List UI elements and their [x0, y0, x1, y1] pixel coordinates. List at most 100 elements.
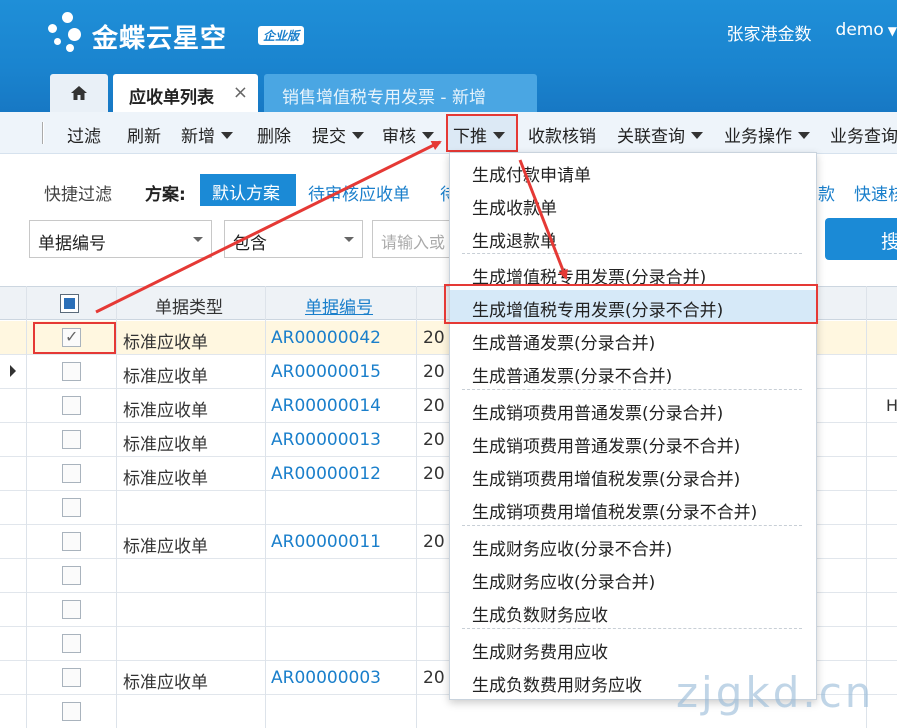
row-checkbox[interactable]: [62, 498, 81, 517]
cell-number-link[interactable]: AR00000014: [271, 396, 381, 416]
search-input[interactable]: 请输入或: [372, 220, 452, 258]
cell-type: 标准应收单: [123, 333, 208, 353]
cell-type: 标准应收单: [123, 435, 208, 455]
push-menu-item[interactable]: 生成财务费用应收: [450, 632, 816, 665]
row-checkbox[interactable]: [62, 634, 81, 653]
row-checkbox[interactable]: [62, 702, 81, 721]
chevron-down-icon: [193, 237, 203, 242]
filter-operator-select[interactable]: 包含: [224, 220, 363, 258]
submit-label: 提交: [312, 127, 346, 147]
push-menu-item[interactable]: 生成负数财务应收: [450, 595, 816, 628]
cell-date: 20: [423, 668, 445, 688]
related-label: 关联查询: [617, 127, 685, 147]
push-menu-item[interactable]: 生成销项费用增值税发票(分录不合并): [450, 492, 816, 525]
row-checkbox[interactable]: [62, 362, 81, 381]
push-menu-item[interactable]: 生成销项费用增值税发票(分录合并): [450, 459, 816, 492]
row-checkbox[interactable]: [62, 430, 81, 449]
watermark: zjgkd.cn: [676, 668, 875, 717]
business-ops-button[interactable]: 业务操作: [724, 122, 810, 147]
push-menu-item[interactable]: 生成普通发票(分录不合并): [450, 356, 816, 389]
push-label: 下推: [453, 127, 487, 147]
filter-field-select[interactable]: 单据编号: [29, 220, 212, 258]
row-checkbox[interactable]: [62, 464, 81, 483]
home-icon: [71, 86, 87, 100]
cell-number-link[interactable]: AR00000042: [271, 328, 381, 348]
submit-button[interactable]: 提交: [312, 122, 364, 147]
tab-home[interactable]: [50, 74, 108, 112]
toolbar-grip: [42, 122, 44, 144]
push-menu-item[interactable]: 生成财务应收(分录不合并): [450, 529, 816, 562]
push-menu-item[interactable]: 生成销项费用普通发票(分录不合并): [450, 426, 816, 459]
row-checkbox[interactable]: [62, 600, 81, 619]
edition-badge: 企业版: [258, 26, 305, 45]
tab-label: 销售增值税专用发票 - 新增: [282, 88, 486, 108]
push-menu-item[interactable]: 生成普通发票(分录合并): [450, 323, 816, 356]
chevron-down-icon: [798, 132, 810, 139]
push-button[interactable]: 下推: [453, 122, 505, 147]
tab-vat-invoice-new[interactable]: 销售增值税专用发票 - 新增: [264, 74, 537, 112]
row-checkbox[interactable]: [62, 668, 81, 687]
grid-divider: [265, 286, 266, 728]
audit-button[interactable]: 审核: [382, 122, 434, 147]
app-logo: 金蝶云星空 企业版: [44, 12, 314, 56]
menu-separator: [462, 525, 802, 526]
grid-divider: [116, 286, 117, 728]
delete-button[interactable]: 删除: [257, 122, 291, 147]
cell-type: 标准应收单: [123, 537, 208, 557]
refresh-button[interactable]: 刷新: [127, 122, 161, 147]
tab-label: 应收单列表: [129, 88, 214, 108]
scheme-default-button[interactable]: 默认方案: [200, 174, 296, 206]
scheme-pending-audit[interactable]: 待审核应收单: [308, 180, 410, 205]
push-menu-item[interactable]: 生成收款单: [450, 188, 816, 221]
push-menu-item[interactable]: 生成财务应收(分录合并): [450, 562, 816, 595]
cell-type: 标准应收单: [123, 401, 208, 421]
row-checkbox[interactable]: [62, 396, 81, 415]
grid-divider: [26, 286, 27, 728]
filter-button[interactable]: 过滤: [67, 122, 101, 147]
scheme-partial-right[interactable]: 款: [818, 180, 835, 205]
scheme-quick-writeoff[interactable]: 快速核: [854, 180, 897, 205]
push-dropdown-menu: 生成付款申请单 生成收款单 生成退款单 生成增值税专用发票(分录合并) 生成增值税专用发…: [449, 152, 817, 700]
chevron-down-icon: [422, 132, 434, 139]
cell-number-link[interactable]: AR00000011: [271, 532, 381, 552]
audit-label: 审核: [382, 127, 416, 147]
org-name[interactable]: 张家港金数: [727, 20, 812, 45]
new-button[interactable]: 新增: [181, 122, 233, 147]
business-query-button[interactable]: 业务查询: [830, 122, 897, 147]
cell-number-link[interactable]: AR00000013: [271, 430, 381, 450]
cell-date: 20: [423, 464, 445, 484]
cell-date: 20: [423, 328, 445, 348]
writeoff-button[interactable]: 收款核销: [528, 122, 596, 147]
checkbox-highlight: [33, 322, 116, 354]
cell-number-link[interactable]: AR00000003: [271, 668, 381, 688]
grid-divider: [416, 286, 417, 728]
cell-type: 标准应收单: [123, 367, 208, 387]
push-menu-item[interactable]: 生成付款申请单: [450, 155, 816, 188]
row-checkbox[interactable]: [62, 532, 81, 551]
col-header-number[interactable]: 单据编号: [305, 293, 373, 318]
search-button[interactable]: 搜: [825, 218, 897, 260]
related-query-button[interactable]: 关联查询: [617, 122, 703, 147]
user-name: demo: [835, 20, 884, 40]
new-label: 新增: [181, 127, 215, 147]
tab-receivable-list[interactable]: 应收单列表 ×: [113, 74, 258, 112]
select-all-checkbox[interactable]: [60, 294, 79, 313]
close-icon[interactable]: ×: [233, 82, 248, 103]
menu-separator: [462, 253, 802, 254]
cell-date: 20: [423, 430, 445, 450]
cell-extra: H: [886, 396, 897, 415]
biz-ops-label: 业务操作: [724, 127, 792, 147]
user-menu[interactable]: demo ▼: [836, 20, 897, 45]
cell-number-link[interactable]: AR00000012: [271, 464, 381, 484]
cell-number-link[interactable]: AR00000015: [271, 362, 381, 382]
chevron-down-icon: [344, 237, 354, 242]
row-checkbox[interactable]: [62, 566, 81, 585]
grid-divider: [866, 286, 867, 728]
cell-date: 20: [423, 362, 445, 382]
push-menu-item[interactable]: 生成退款单: [450, 221, 816, 254]
chevron-down-icon: [493, 132, 505, 139]
cell-date: 20: [423, 532, 445, 552]
chevron-down-icon: [352, 132, 364, 139]
col-header-type[interactable]: 单据类型: [155, 293, 223, 318]
push-menu-item[interactable]: 生成销项费用普通发票(分录合并): [450, 393, 816, 426]
